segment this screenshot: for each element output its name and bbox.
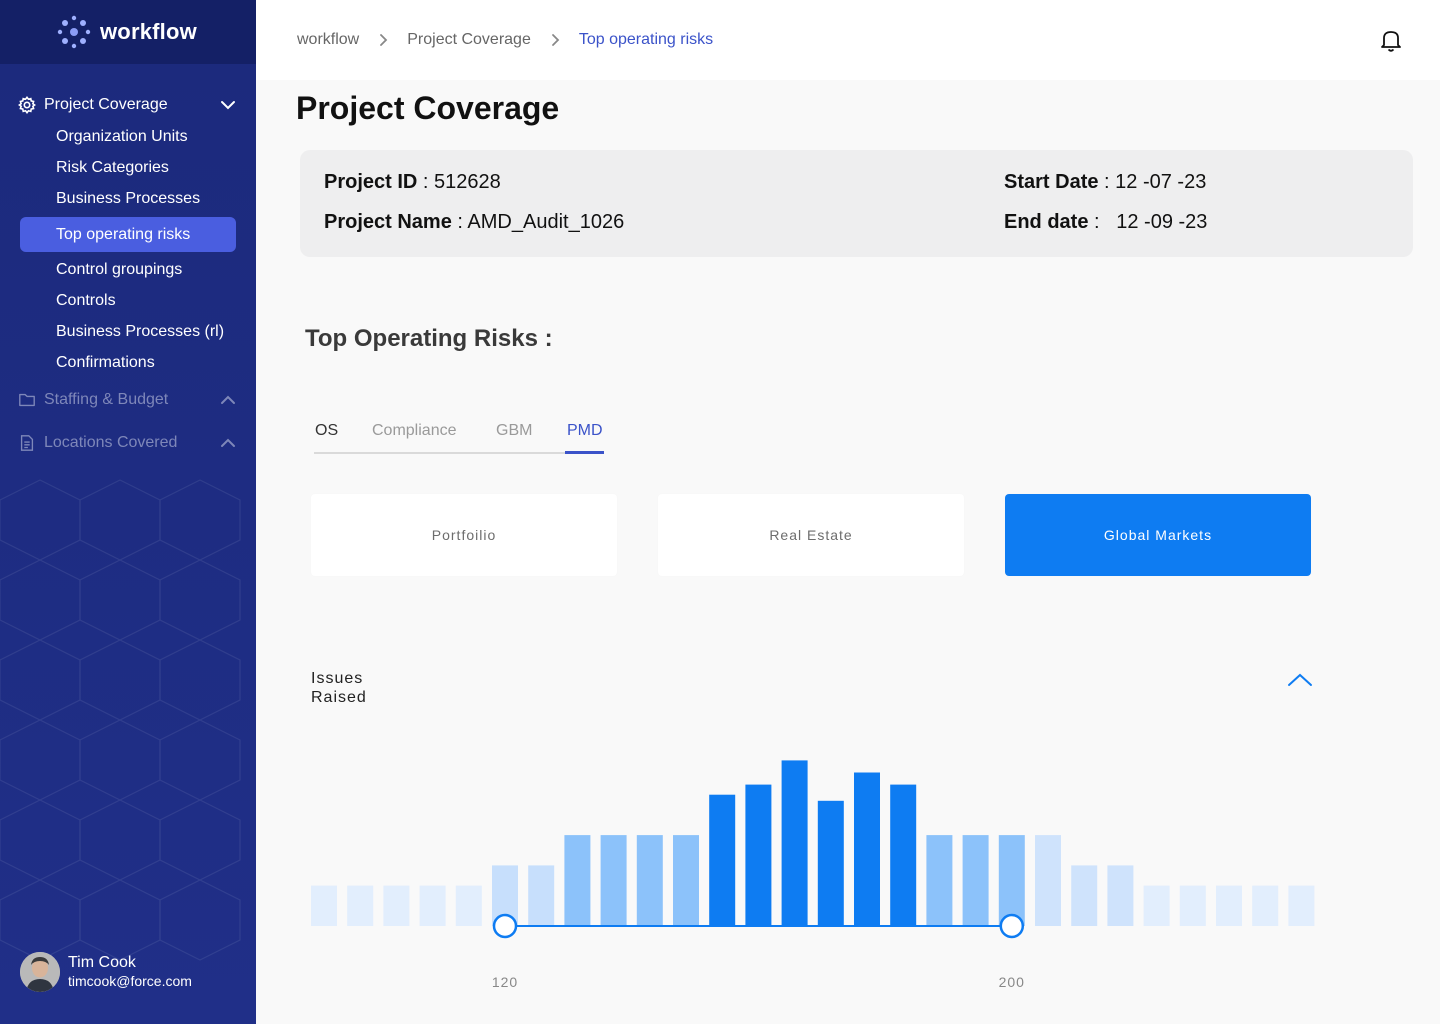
chevron-up-icon[interactable] [218,433,238,453]
histogram-bar [1216,885,1242,926]
histogram-bar [1288,885,1315,926]
tab-gbm[interactable]: GBM [496,422,532,440]
chart-title: Issues Raised [311,670,367,706]
breadcrumb-item-project-coverage[interactable]: Project Coverage [407,31,531,49]
breadcrumb: workflow Project Coverage Top operating … [297,30,713,50]
nav-head-locations-covered[interactable]: Locations Covered [0,431,256,455]
sidebar-background-pattern [0,479,241,961]
document-icon [18,434,36,452]
risk-tabs: OS Compliance GBM PMD [314,418,604,454]
nav-head-label: Locations Covered [44,434,178,451]
histogram-bar [455,885,482,926]
histogram-bar [1107,865,1134,926]
user-profile[interactable]: Tim Cook timcook@force.com [20,952,192,992]
histogram-bar [347,885,374,926]
bell-icon[interactable] [1378,27,1404,53]
histogram-bar [564,835,591,926]
nav-section-project-coverage[interactable]: Project Coverage [0,93,256,117]
project-id-row: Project ID : 512628 [324,171,501,193]
histogram-bar [419,885,446,926]
histogram-bar [709,794,736,926]
tab-os[interactable]: OS [315,422,338,440]
histogram-bar [673,835,699,926]
gear-icon [18,96,36,114]
histogram-bar [781,760,808,926]
sidebar-item-business-processes[interactable]: Business Processes [56,189,200,209]
chevron-up-icon[interactable] [218,390,238,410]
sidebar-item-risk-categories[interactable]: Risk Categories [56,158,169,178]
histogram-bar [962,835,989,926]
brand[interactable]: workflow [0,0,256,64]
project-name-row: Project Name : AMD_Audit_1026 [324,211,625,233]
tab-pmd[interactable]: PMD [567,422,603,440]
end-date-value: 12 -09 -23 [1116,211,1208,233]
user-email: timcook@force.com [68,973,192,989]
histogram-bar [383,885,410,926]
card-real-estate[interactable]: Real Estate [658,494,964,576]
nav-section-staffing-budget[interactable]: Staffing & Budget [0,388,256,412]
chevron-up-icon[interactable] [1286,668,1314,692]
dots-logo-icon [57,15,91,49]
sidebar-item-confirmations[interactable]: Confirmations [56,353,155,373]
histogram-bar [311,885,337,926]
histogram-bar [817,800,844,926]
range-handle-min[interactable] [492,913,518,939]
breadcrumb-item-current: Top operating risks [578,31,714,48]
range-handle-max-label: 200 [999,974,1025,990]
nav-head-project-coverage[interactable]: Project Coverage [0,93,256,117]
histogram-bar [600,835,627,926]
range-handle-min-label: 120 [492,974,518,990]
start-date-row: Start Date : 12 -07 -23 [1004,171,1207,193]
start-date-label: Start Date [1004,171,1099,193]
top-bar: workflow Project Coverage Top operating … [256,0,1440,80]
section-title: Top Operating Risks : [305,325,553,352]
histogram-bar [745,784,772,926]
start-date-value: 12 -07 -23 [1115,171,1207,193]
histogram-bar [636,835,663,926]
sidebar-item-business-processes-rl[interactable]: Business Processes (rl) [56,322,224,342]
avatar [20,952,60,992]
histogram-bar [926,835,953,926]
card-global-markets[interactable]: Global Markets [1005,494,1311,576]
histogram-bar [1071,865,1098,926]
histogram-bar [890,784,917,926]
project-name-value: AMD_Audit_1026 [467,211,625,233]
project-id-value: 512628 [434,171,501,193]
tab-compliance[interactable]: Compliance [372,422,456,440]
range-handle-max[interactable] [999,913,1025,939]
breadcrumb-item-workflow[interactable]: workflow [297,31,359,49]
nav-head-staffing-budget[interactable]: Staffing & Budget [0,388,256,412]
histogram-bar [1143,885,1170,926]
project-id-label: Project ID [324,171,418,193]
brand-name: workflow [100,19,197,44]
active-tab-indicator [565,451,604,454]
chevron-down-icon[interactable] [218,95,238,115]
nav-head-label: Staffing & Budget [44,391,169,408]
chevron-right-icon [545,30,565,50]
chevron-right-icon [373,30,393,50]
histogram-bar [1179,885,1206,926]
project-info-card: Project ID : 512628 Project Name : AMD_A… [300,150,1413,257]
card-portfolio[interactable]: Portfoilio [311,494,617,576]
histogram-bar [1252,885,1279,926]
nav-head-label: Project Coverage [44,96,168,113]
page-title: Project Coverage [296,90,560,126]
histogram-bar [854,772,880,926]
sidebar-item-top-operating-risks[interactable]: Top operating risks [20,217,236,252]
nav-section-locations-covered[interactable]: Locations Covered [0,431,256,455]
sidebar-item-controls[interactable]: Controls [56,291,116,311]
project-name-label: Project Name [324,211,452,233]
folder-icon [18,391,36,409]
end-date-label: End date [1004,211,1089,233]
histogram-bar [998,835,1025,926]
user-name: Tim Cook [68,954,136,971]
sidebar: workflow Project Coverage Organization U… [0,0,256,1024]
histogram-bar [1035,835,1061,926]
histogram-bar [528,865,555,926]
sidebar-item-control-groupings[interactable]: Control groupings [56,260,182,280]
sidebar-item-organization-units[interactable]: Organization Units [56,127,188,147]
end-date-row: End date : 12 -09 -23 [1004,211,1208,233]
issues-histogram[interactable]: 120 200 [300,740,1320,1010]
